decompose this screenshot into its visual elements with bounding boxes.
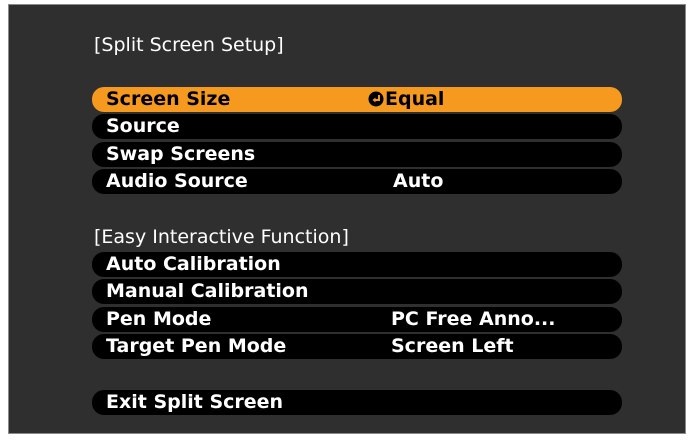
- menu-item-label: Target Pen Mode: [106, 335, 287, 357]
- menu-item-label: Pen Mode: [106, 308, 212, 330]
- menu-item-swap-screens[interactable]: Swap Screens: [92, 142, 622, 167]
- menu-item-target-pen-mode[interactable]: Target Pen Mode Screen Left: [92, 334, 622, 359]
- menu-item-value: PC Free Anno...: [391, 308, 556, 330]
- menu-item-value: Auto: [393, 170, 444, 192]
- split-screen-setup-title: [Split Screen Setup]: [94, 34, 284, 56]
- menu-item-value: Screen Left: [391, 335, 514, 357]
- menu-item-screen-size[interactable]: Screen Size Equal: [92, 87, 622, 112]
- menu-item-label: Manual Calibration: [106, 280, 309, 302]
- menu-item-label: Swap Screens: [106, 143, 256, 165]
- menu-item-value-text: Equal: [385, 88, 445, 110]
- menu-item-audio-source[interactable]: Audio Source Auto: [92, 169, 622, 194]
- menu-item-value: Equal: [368, 88, 444, 111]
- menu-item-manual-calibration[interactable]: Manual Calibration: [92, 279, 622, 304]
- menu-item-pen-mode[interactable]: Pen Mode PC Free Anno...: [92, 307, 622, 332]
- split-screen-menu: [8, 4, 686, 434]
- menu-item-source[interactable]: Source: [92, 114, 622, 139]
- easy-interactive-function-title: [Easy Interactive Function]: [94, 226, 349, 248]
- menu-item-auto-calibration[interactable]: Auto Calibration: [92, 252, 622, 277]
- exit-split-screen-button[interactable]: Exit Split Screen: [92, 390, 622, 415]
- menu-item-label: Auto Calibration: [106, 253, 281, 275]
- menu-item-label: Source: [106, 115, 180, 137]
- enter-icon: [368, 91, 384, 107]
- menu-item-label: Screen Size: [106, 88, 231, 110]
- exit-split-screen-label: Exit Split Screen: [106, 391, 284, 413]
- menu-item-label: Audio Source: [106, 170, 248, 192]
